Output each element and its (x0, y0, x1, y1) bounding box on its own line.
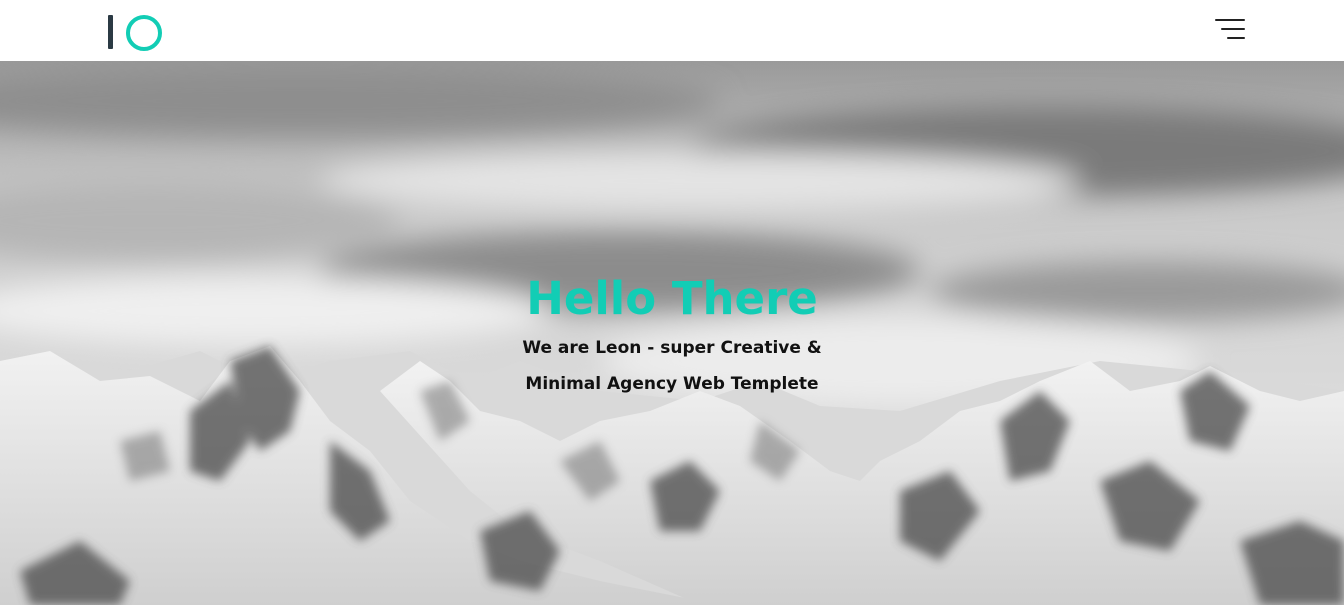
menu-line (1227, 37, 1245, 39)
hero-text-block: Hello There We are Leon - super Creative… (0, 272, 1344, 402)
logo-bar (108, 15, 113, 49)
hero-title: Hello There (526, 272, 818, 325)
io-logo-icon[interactable] (108, 15, 164, 51)
menu-line (1221, 28, 1245, 30)
hero-section: Hello There We are Leon - super Creative… (0, 61, 1344, 605)
hero-subtitle: We are Leon - super Creative & Minimal A… (522, 338, 822, 394)
hamburger-menu-icon[interactable] (1213, 17, 1247, 41)
logo-ring (126, 15, 162, 51)
menu-line (1215, 19, 1245, 21)
site-header (0, 0, 1344, 61)
